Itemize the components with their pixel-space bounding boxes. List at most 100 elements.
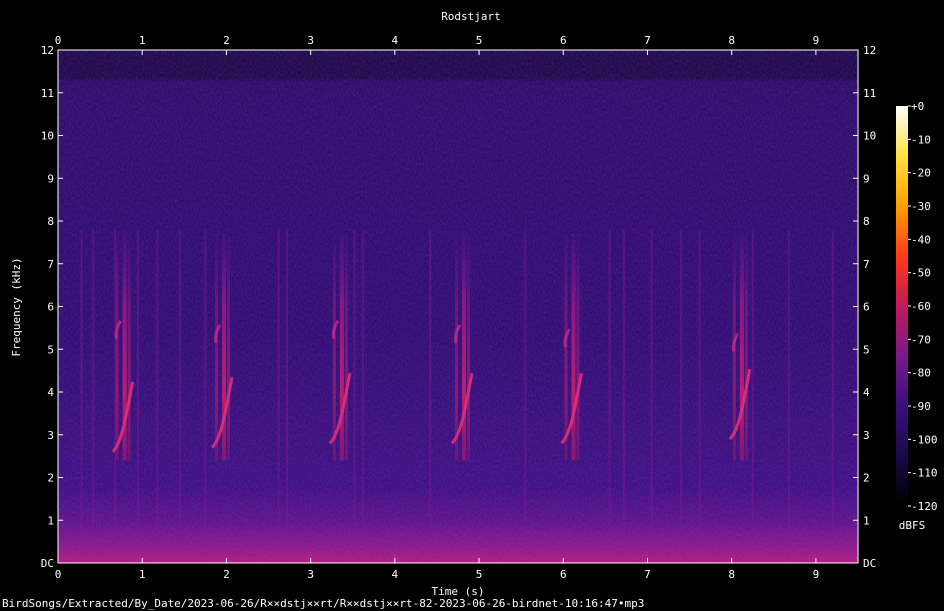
x-tick-label: 1 [139, 568, 146, 581]
broadband-line [361, 229, 364, 538]
x-tick-label-top: 3 [307, 34, 314, 47]
x-axis-label: Time (s) [432, 585, 485, 597]
broadband-line [622, 229, 625, 538]
colorbar-tick-label: -120 [911, 500, 938, 513]
call [210, 233, 234, 461]
colorbar-gradient [896, 106, 908, 506]
x-tick-label: 7 [644, 568, 651, 581]
broadband-line [80, 229, 83, 538]
x-tick-label-top: 6 [560, 34, 567, 47]
y-tick-label: 9 [47, 172, 54, 185]
call-streak [467, 233, 470, 461]
y-tick-label-right: 12 [863, 44, 876, 57]
x-tick-label-top: 5 [476, 34, 483, 47]
colorbar-tick-label: -30 [911, 200, 931, 213]
y-tick-label: 12 [41, 44, 54, 57]
y-tick-label: 8 [47, 215, 54, 228]
broadband-line [277, 229, 280, 538]
colorbar-tick-label: -80 [911, 367, 931, 380]
y-tick-label-right: 11 [863, 87, 876, 100]
y-tick-label: 11 [41, 87, 54, 100]
broadband-line [650, 229, 653, 538]
x-tick-label-top: 1 [139, 34, 146, 47]
x-tick-label: 6 [560, 568, 567, 581]
broadband-line [92, 229, 95, 538]
broadband-line [429, 229, 432, 538]
x-tick-label-top: 7 [644, 34, 651, 47]
broadband-line [698, 229, 701, 538]
colorbar-ticks: +0 -10 -20 -30 -40 -50 -60 -70 -80 -90 -100 -110 -12… [908, 100, 938, 513]
call [111, 233, 135, 461]
call-streak [115, 233, 119, 461]
chart-title: Rodstjart [441, 10, 501, 23]
colorbar-tick-label: -90 [911, 400, 931, 413]
y-tick-label: DC [41, 557, 54, 570]
x-tick-label: 3 [307, 568, 314, 581]
y-tick-label-right: 7 [863, 258, 870, 271]
call-streak [127, 233, 131, 461]
y-tick-label-right: DC [863, 557, 876, 570]
colorbar-tick-label: -70 [911, 333, 931, 346]
broadband-line [787, 229, 790, 538]
call [728, 233, 752, 461]
x-tick-label: 8 [728, 568, 735, 581]
colorbar-label: dBFS [899, 519, 926, 532]
y-tick-label-right: 8 [863, 215, 870, 228]
call [560, 233, 583, 461]
y-tick-label: 2 [47, 472, 54, 485]
call-streak [339, 233, 344, 461]
y-tick-label-right: 5 [863, 343, 870, 356]
y-tick-label-right: 2 [863, 472, 870, 485]
x-tick-label-top: 0 [55, 34, 62, 47]
y-axis-label: Frequency (kHz) [10, 257, 23, 356]
x-tick-label-top: 2 [223, 34, 230, 47]
y-tick-label-right: 6 [863, 301, 870, 314]
y-tick-label-right: 9 [863, 172, 870, 185]
call-streak [455, 233, 458, 461]
colorbar-tick-label: -20 [911, 167, 931, 180]
y-tick-label-right: 3 [863, 429, 870, 442]
broadband-line [179, 229, 182, 538]
y-tick-label: 1 [47, 514, 54, 527]
y-tick-label: 6 [47, 301, 54, 314]
y-tick-label-right: 10 [863, 130, 876, 143]
colorbar-tick-label: -40 [911, 233, 931, 246]
y-tick-label-right: 1 [863, 514, 870, 527]
x-tick-label-top: 9 [813, 34, 820, 47]
call-streak [215, 233, 218, 461]
call-streak [571, 233, 576, 461]
x-tick-label-top: 4 [392, 34, 399, 47]
call-streak [739, 233, 744, 461]
y-tick-label-right: 4 [863, 386, 870, 399]
broadband-line [751, 229, 754, 538]
broadband-line [286, 229, 289, 538]
colorbar-tick-label: -10 [911, 133, 931, 146]
y-tick-label: 5 [47, 343, 54, 356]
call-streak [576, 233, 580, 461]
file-path-footer: BirdSongs/Extracted/By_Date/2023-06-26/R… [2, 597, 645, 610]
colorbar-tick-label: -100 [911, 433, 938, 446]
x-tick-label: 2 [223, 568, 230, 581]
broadband-line [831, 229, 834, 538]
colorbar: +0 -10 -20 -30 -40 -50 -60 -70 -80 -90 -100 -110 -12… [896, 100, 938, 532]
call [450, 233, 474, 461]
x-tick-label: 5 [476, 568, 483, 581]
broadband-line [137, 229, 139, 538]
y-tick-label: 4 [47, 386, 54, 399]
call-streak [744, 233, 748, 461]
y-tick-label: 10 [41, 130, 54, 143]
call-streak [344, 233, 348, 461]
call [328, 233, 352, 461]
call-streak [462, 233, 466, 461]
colorbar-tick-label: -110 [911, 467, 938, 480]
broadband-line [524, 229, 527, 538]
spectrogram-plot [57, 49, 859, 564]
broadband-line [353, 229, 356, 538]
colorbar-tick-label: +0 [911, 100, 924, 113]
x-tick-label-top: 8 [728, 34, 735, 47]
broadband-line [204, 229, 207, 538]
broadband-line [156, 229, 159, 538]
broadband-line [680, 229, 683, 538]
broadband-line [608, 229, 611, 538]
x-tick-label: 9 [813, 568, 820, 581]
